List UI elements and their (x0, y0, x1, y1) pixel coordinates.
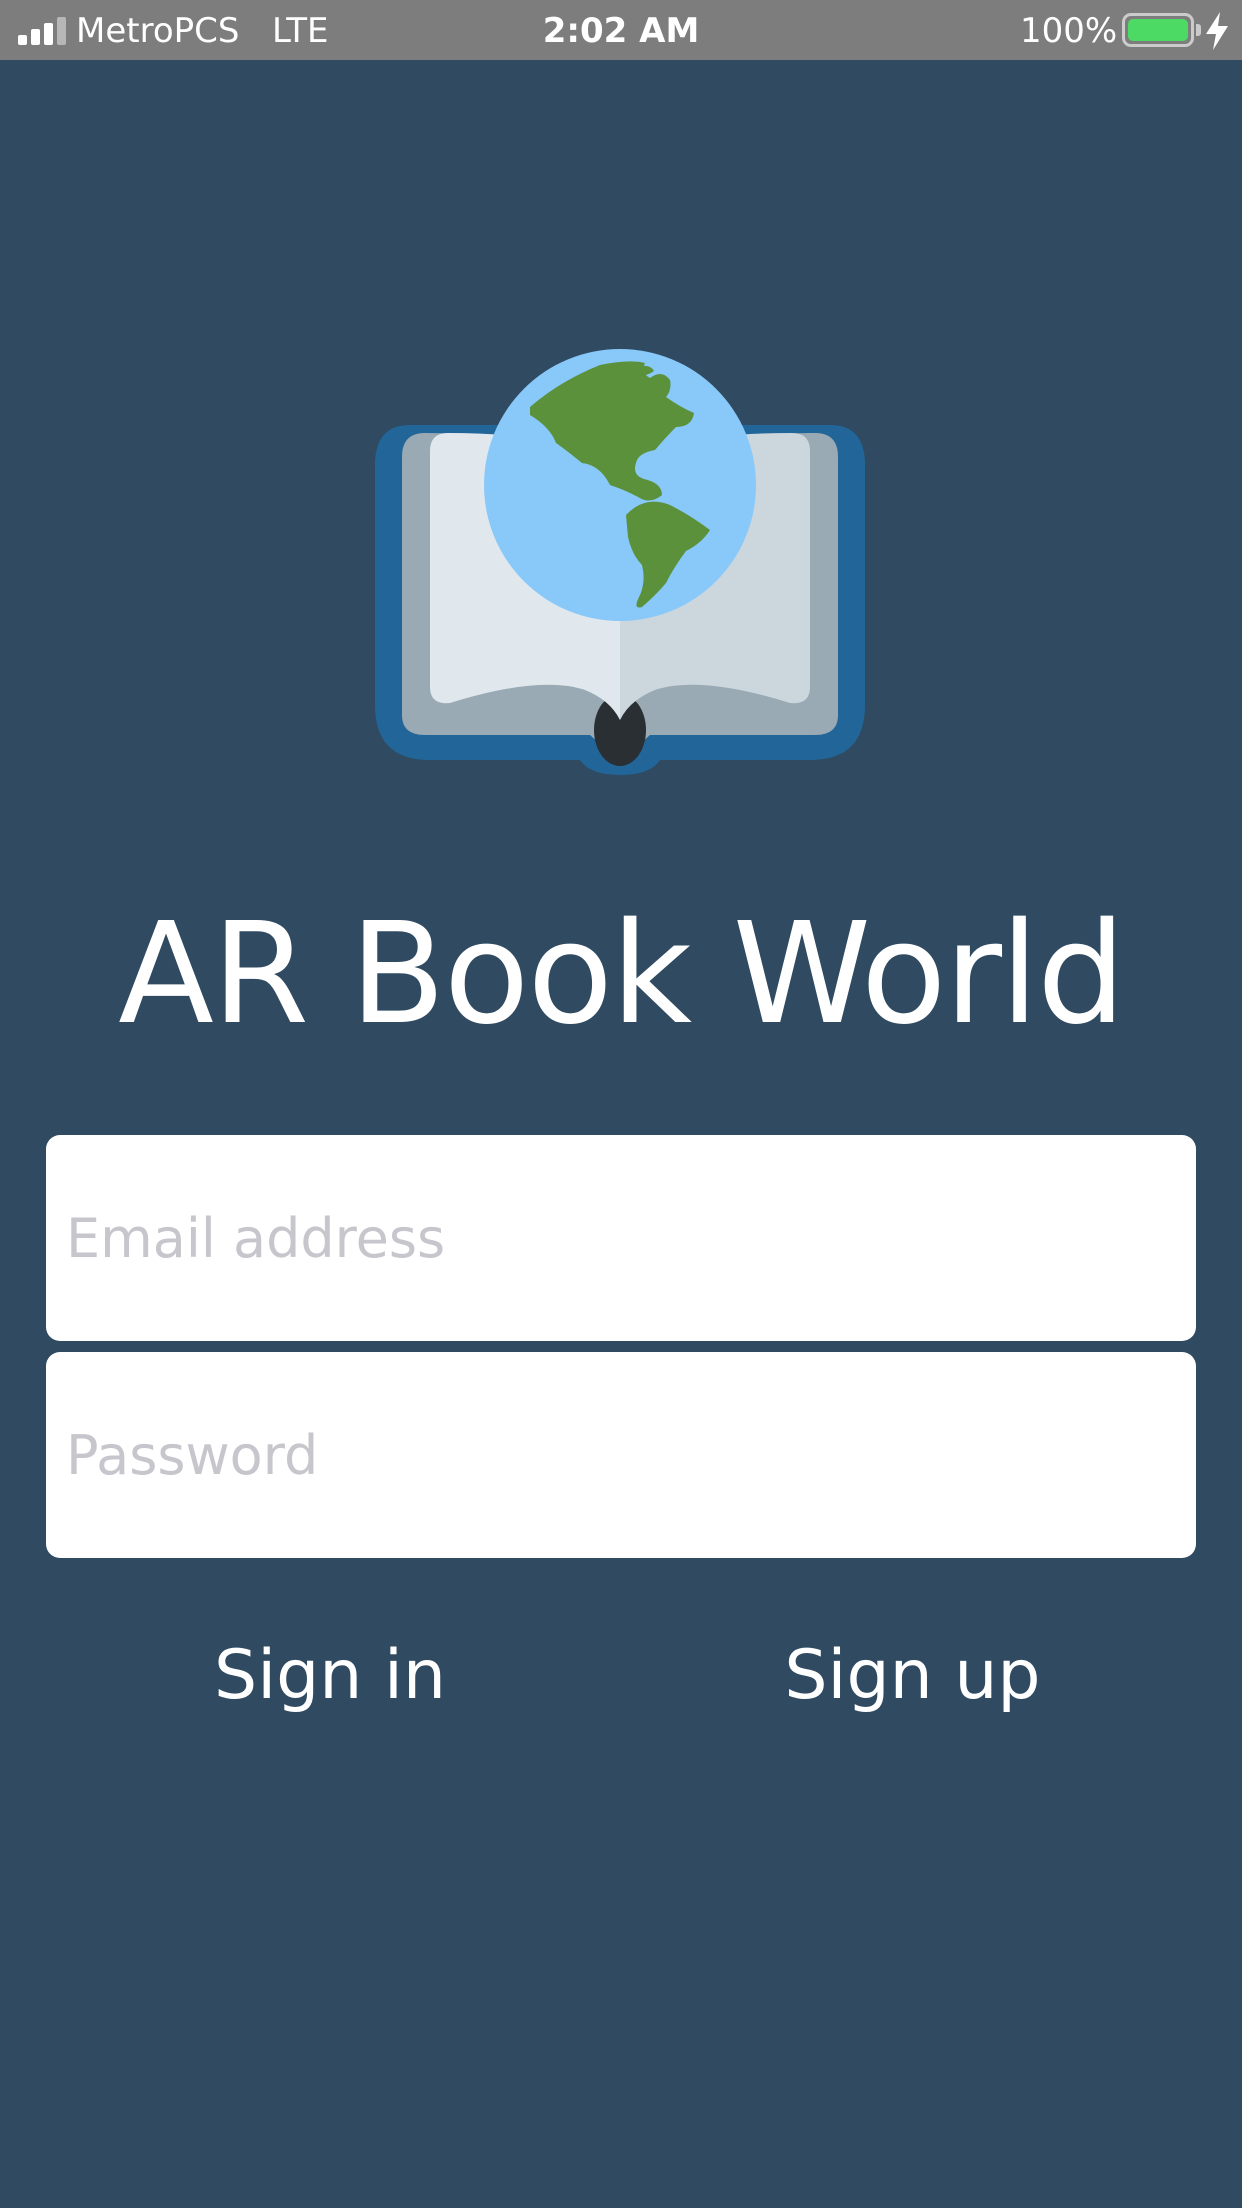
sign-up-button[interactable]: Sign up (780, 1630, 1045, 1720)
sign-in-button[interactable]: Sign in (200, 1630, 460, 1720)
charging-bolt-icon (1206, 12, 1228, 50)
battery-percent: 100% (1020, 11, 1118, 51)
book-globe-icon (375, 349, 865, 775)
app-title: AR Book World (118, 893, 1126, 1056)
status-bar: MetroPCS LTE 2:02 AM 100% (0, 0, 1242, 60)
battery-nub (1196, 24, 1201, 36)
email-field[interactable] (46, 1135, 1196, 1341)
battery-icon (1122, 13, 1194, 47)
password-field[interactable] (46, 1352, 1196, 1558)
